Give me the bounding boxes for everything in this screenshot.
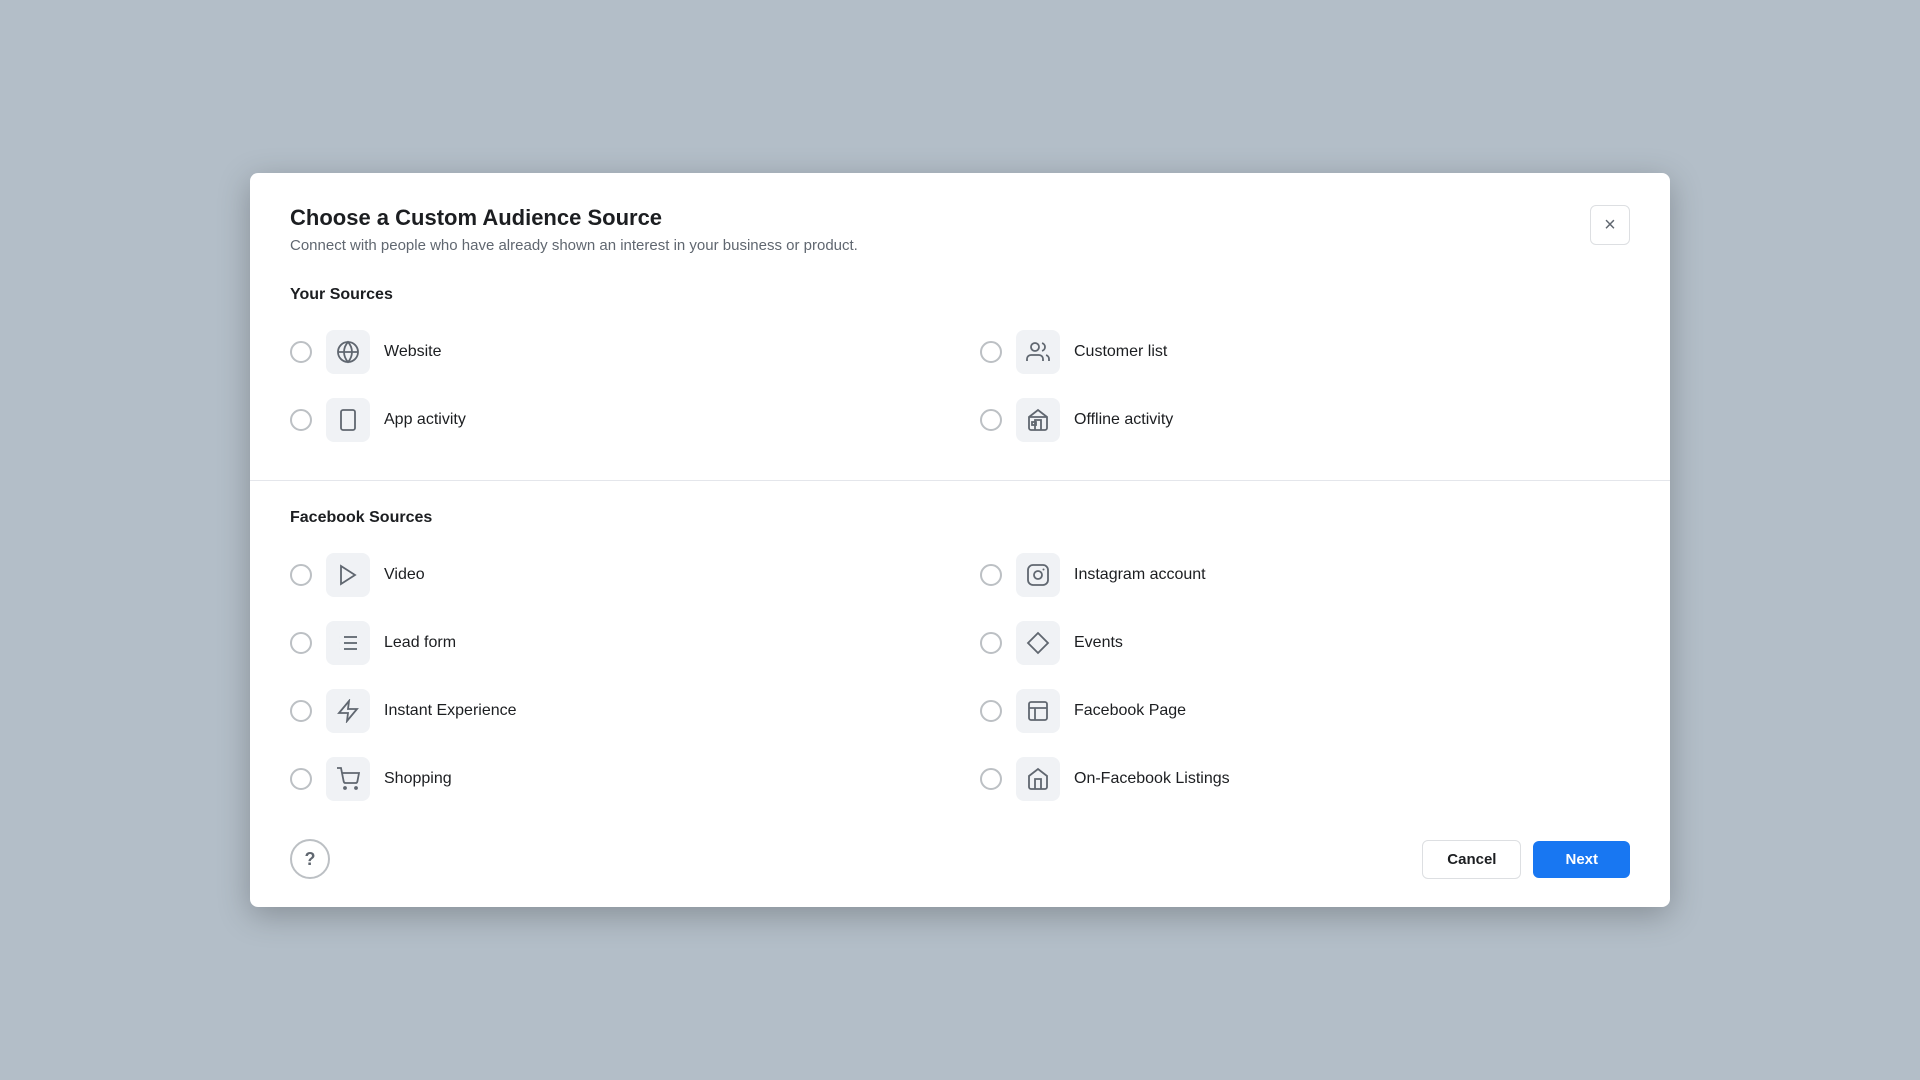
source-option-website[interactable]: Website xyxy=(290,324,940,380)
cancel-button[interactable]: Cancel xyxy=(1422,840,1521,879)
source-option-app-activity[interactable]: App activity xyxy=(290,392,940,448)
source-option-shopping[interactable]: Shopping xyxy=(290,751,940,807)
source-option-listings[interactable]: On-Facebook Listings xyxy=(980,751,1630,807)
modal-subtitle: Connect with people who have already sho… xyxy=(290,237,858,254)
next-button[interactable]: Next xyxy=(1533,841,1630,878)
radio-facebook-page[interactable] xyxy=(980,700,1002,722)
store-icon xyxy=(1016,398,1060,442)
radio-shopping[interactable] xyxy=(290,768,312,790)
close-icon: × xyxy=(1604,214,1616,237)
radio-instagram[interactable] xyxy=(980,564,1002,586)
radio-website[interactable] xyxy=(290,341,312,363)
cart-icon xyxy=(326,757,370,801)
radio-lead-form[interactable] xyxy=(290,632,312,654)
modal-header-text: Choose a Custom Audience Source Connect … xyxy=(290,205,858,254)
radio-video[interactable] xyxy=(290,564,312,586)
play-icon xyxy=(326,553,370,597)
radio-customer-list[interactable] xyxy=(980,341,1002,363)
source-option-instagram[interactable]: Instagram account xyxy=(980,547,1630,603)
section-divider xyxy=(250,480,1670,481)
events-label: Events xyxy=(1074,634,1123,652)
website-label: Website xyxy=(384,343,442,361)
your-sources-grid: Website Customer list xyxy=(290,324,1630,448)
globe-icon xyxy=(326,330,370,374)
instagram-icon xyxy=(1016,553,1060,597)
source-option-events[interactable]: Events xyxy=(980,615,1630,671)
help-button[interactable]: ? xyxy=(290,839,330,879)
list-icon xyxy=(326,621,370,665)
radio-events[interactable] xyxy=(980,632,1002,654)
source-option-lead-form[interactable]: Lead form xyxy=(290,615,940,671)
offline-activity-label: Offline activity xyxy=(1074,411,1173,429)
source-option-customer-list[interactable]: Customer list xyxy=(980,324,1630,380)
radio-offline-activity[interactable] xyxy=(980,409,1002,431)
custom-audience-modal: Choose a Custom Audience Source Connect … xyxy=(250,173,1670,907)
facebook-sources-grid: Video Instagram account xyxy=(290,547,1630,807)
modal-header: Choose a Custom Audience Source Connect … xyxy=(290,205,1630,254)
instagram-label: Instagram account xyxy=(1074,566,1206,584)
shopping-label: Shopping xyxy=(384,770,452,788)
your-sources-title: Your Sources xyxy=(290,286,1630,304)
modal-title: Choose a Custom Audience Source xyxy=(290,205,858,231)
modal-footer: ? Cancel Next xyxy=(290,839,1630,879)
lead-form-label: Lead form xyxy=(384,634,456,652)
source-option-offline-activity[interactable]: Offline activity xyxy=(980,392,1630,448)
help-icon: ? xyxy=(305,849,316,870)
source-option-facebook-page[interactable]: Facebook Page xyxy=(980,683,1630,739)
app-activity-label: App activity xyxy=(384,411,466,429)
instant-experience-label: Instant Experience xyxy=(384,702,517,720)
video-label: Video xyxy=(384,566,425,584)
listings-label: On-Facebook Listings xyxy=(1074,770,1230,788)
close-button[interactable]: × xyxy=(1590,205,1630,245)
radio-instant-experience[interactable] xyxy=(290,700,312,722)
source-option-video[interactable]: Video xyxy=(290,547,940,603)
source-option-instant-experience[interactable]: Instant Experience xyxy=(290,683,940,739)
users-icon xyxy=(1016,330,1060,374)
facebook-page-label: Facebook Page xyxy=(1074,702,1186,720)
page-icon xyxy=(1016,689,1060,733)
customer-list-label: Customer list xyxy=(1074,343,1167,361)
facebook-sources-title: Facebook Sources xyxy=(290,509,1630,527)
listings-icon xyxy=(1016,757,1060,801)
radio-listings[interactable] xyxy=(980,768,1002,790)
radio-app-activity[interactable] xyxy=(290,409,312,431)
footer-actions: Cancel Next xyxy=(1422,840,1630,879)
bolt-icon xyxy=(326,689,370,733)
diamond-icon xyxy=(1016,621,1060,665)
tablet-icon xyxy=(326,398,370,442)
